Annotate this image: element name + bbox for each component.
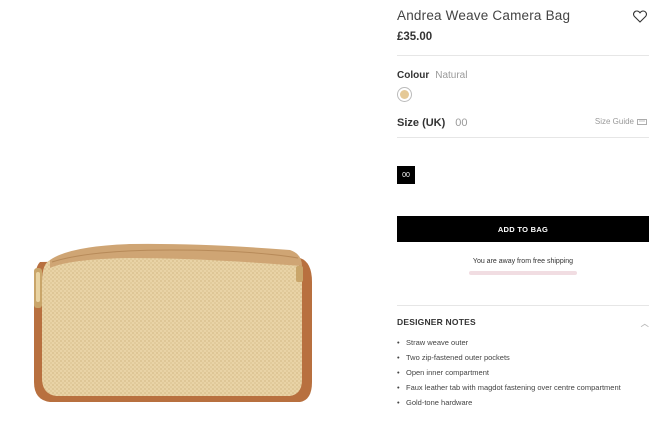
size-guide-link[interactable]: Size Guide [595, 117, 647, 126]
size-label: Size (UK) 00 [397, 117, 468, 129]
shipping-progress-bar [469, 271, 577, 275]
colour-label-text: Colour [397, 70, 430, 81]
free-shipping-text: You are away from free shipping [472, 258, 574, 265]
product-title: Andrea Weave Camera Bag [397, 8, 571, 23]
heart-icon[interactable] [632, 10, 648, 23]
size-guide-label: Size Guide [594, 117, 634, 126]
camera-bag-image [34, 243, 312, 402]
designer-notes-list: Straw weave outer Two zip-fastened outer… [397, 335, 637, 410]
chevron-up-icon: ︿ [640, 319, 649, 328]
list-item: Open inner compartment [397, 365, 637, 380]
divider [397, 305, 649, 306]
product-info: Andrea Weave Camera Bag £35.00 Colour Nat… [397, 0, 649, 428]
designer-notes-heading: DESIGNER NOTES [397, 317, 476, 327]
swatch-fill [400, 90, 409, 99]
colour-label: Colour Natural [397, 70, 467, 81]
list-item: Gold-tone hardware [397, 395, 637, 410]
size-label-text: Size (UK) [397, 117, 446, 129]
add-to-bag-button[interactable]: ADD TO BAG [397, 216, 649, 242]
list-item: Two zip-fastened outer pockets [397, 350, 637, 365]
designer-notes-toggle[interactable]: DESIGNER NOTES ︿ [397, 317, 649, 328]
colour-swatch-natural[interactable] [397, 87, 412, 102]
divider [397, 137, 649, 138]
product-price: £35.00 [397, 31, 433, 43]
ruler-icon [637, 118, 647, 125]
list-item: Straw weave outer [397, 335, 637, 350]
list-item: Faux leather tab with magdot fastening o… [397, 380, 637, 395]
product-image[interactable] [0, 0, 390, 428]
size-value: 00 [455, 117, 468, 129]
divider [397, 55, 649, 56]
colour-value: Natural [435, 70, 468, 81]
size-option-00[interactable]: 00 [397, 166, 415, 184]
